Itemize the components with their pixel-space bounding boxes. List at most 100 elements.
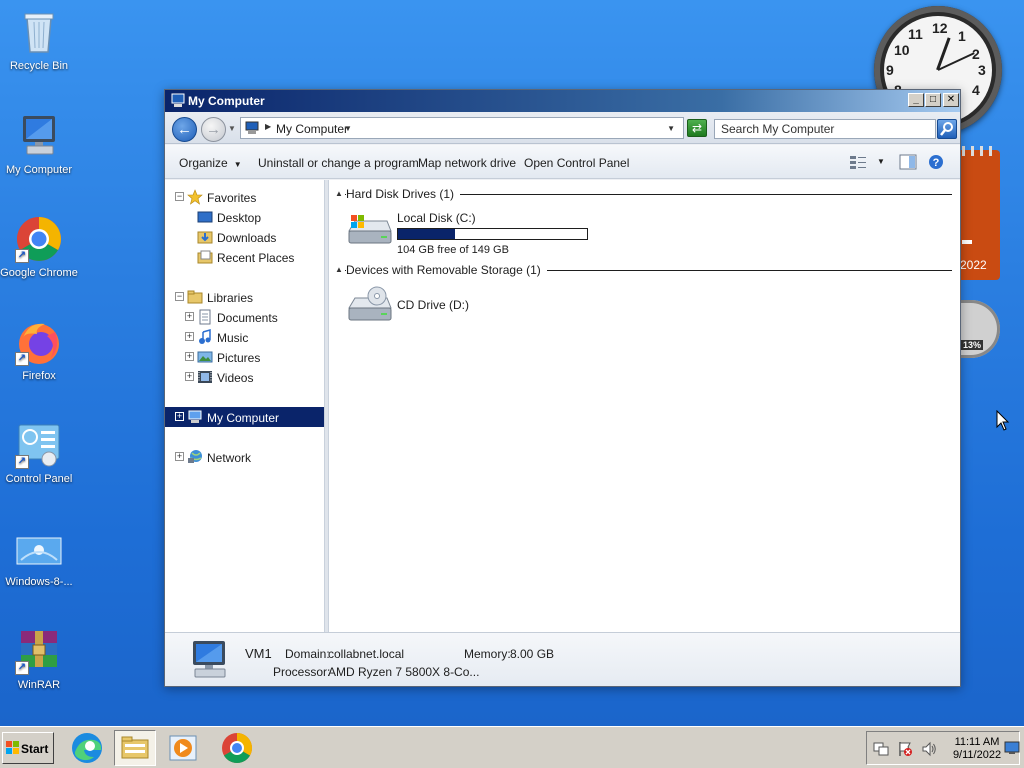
maximize-button[interactable]: □	[925, 93, 941, 107]
calendar-rings-icon	[962, 146, 998, 156]
nav-label: Pictures	[217, 351, 261, 365]
search-button[interactable]	[937, 119, 957, 139]
nav-item-network[interactable]: + Network	[165, 447, 324, 467]
nav-item-documents[interactable]: + Documents	[165, 307, 324, 327]
uninstall-program-button[interactable]: Uninstall or change a program	[258, 156, 419, 170]
taskbar-clock[interactable]: 11:11 AM 9/11/2022	[949, 736, 1005, 762]
address-dropdown-chevron-down-icon[interactable]: ▼	[667, 124, 675, 133]
collapse-group-chevron-icon[interactable]: ▲	[335, 189, 343, 198]
nav-label: Desktop	[217, 211, 262, 225]
calendar-mark	[962, 240, 972, 244]
forward-button[interactable]: →	[201, 117, 226, 142]
address-bar[interactable]: ▶ My Computer ▼ ▼	[240, 117, 684, 139]
nav-item-pictures[interactable]: + Pictures	[165, 347, 324, 367]
start-label: Start	[21, 742, 49, 756]
group-header-hard-disk-drives[interactable]: ▲ Hard Disk Drives (1)	[335, 186, 952, 202]
refresh-button[interactable]: ⇄	[687, 119, 707, 137]
back-button[interactable]: ←	[172, 117, 197, 142]
taskbar-media-player[interactable]	[162, 730, 204, 766]
minimize-button[interactable]: _	[908, 93, 924, 107]
clock-numeral-icon: 11	[908, 26, 923, 42]
nav-item-desktop[interactable]: Desktop	[165, 207, 324, 227]
chevron-down-icon: ▼	[233, 160, 242, 169]
desktop-icon-windows-8[interactable]: Windows-8-...	[0, 524, 78, 588]
expand-icon[interactable]: +	[185, 372, 194, 381]
expand-icon[interactable]: +	[175, 412, 184, 421]
collapse-icon[interactable]: −	[175, 292, 184, 301]
desktop-icon-firefox[interactable]: ↗ Firefox	[0, 318, 78, 382]
shortcut-arrow-icon: ↗	[15, 249, 29, 263]
nav-item-libraries[interactable]: − Libraries	[165, 287, 324, 307]
expand-icon[interactable]: +	[185, 352, 194, 361]
search-input[interactable]: Search My Computer	[714, 119, 936, 139]
nav-label: Libraries	[207, 291, 254, 305]
clock-numeral-icon: 1	[958, 28, 966, 44]
address-location[interactable]: My Computer	[276, 122, 348, 136]
map-network-drive-button[interactable]: Map network drive	[418, 156, 516, 170]
help-button[interactable]: ?	[927, 154, 945, 170]
recycle-bin-icon	[15, 8, 63, 56]
network-tray-icon[interactable]	[873, 741, 889, 757]
close-button[interactable]: ✕	[943, 93, 959, 107]
desktop-icon-label: Firefox	[22, 370, 56, 382]
collapse-group-chevron-icon[interactable]: ▲	[335, 265, 343, 274]
taskbar-chrome[interactable]	[216, 730, 258, 766]
nav-item-favorites[interactable]: − Favorites	[165, 187, 324, 207]
action-center-flag-icon[interactable]	[897, 741, 913, 757]
memory-label: Memory:	[464, 647, 511, 661]
shortcut-arrow-icon: ↗	[15, 455, 29, 469]
group-title: Devices with Removable Storage (1)	[346, 263, 547, 277]
taskbar-edge[interactable]	[66, 730, 108, 766]
desktop-icon-winrar[interactable]: ↗ WinRAR	[0, 627, 78, 691]
content-pane[interactable]: ▲ Hard Disk Drives (1) Local Disk (C:) 1…	[328, 180, 960, 632]
expand-icon[interactable]: +	[185, 312, 194, 321]
drive-item-cd-drive[interactable]: CD Drive (D:)	[345, 286, 505, 330]
music-note-icon	[197, 329, 213, 345]
document-icon	[197, 309, 213, 325]
view-icon	[850, 156, 866, 169]
view-options-chevron-down-icon[interactable]: ▼	[877, 157, 885, 166]
recent-pages-chevron-down-icon[interactable]: ▼	[228, 124, 236, 133]
cpu-meter-gadget[interactable]: 13%	[958, 300, 1000, 358]
network-icon	[187, 449, 203, 465]
preview-pane-button[interactable]	[899, 154, 917, 170]
cd-drive-icon	[345, 286, 393, 328]
desktop-icon-label: Google Chrome	[0, 267, 78, 279]
folder-icon	[121, 736, 149, 759]
breadcrumb-chevron-down-icon[interactable]: ▼	[344, 124, 352, 133]
chrome-icon	[222, 733, 253, 764]
nav-item-videos[interactable]: + Videos	[165, 367, 324, 387]
calendar-gadget[interactable]: 2022	[960, 146, 1000, 280]
desktop-icon-recycle-bin[interactable]: Recycle Bin	[0, 8, 78, 72]
computer-icon	[187, 409, 203, 425]
computer-icon	[185, 639, 233, 681]
expand-icon[interactable]: +	[185, 332, 194, 341]
start-button[interactable]: Start	[2, 732, 54, 764]
organize-button[interactable]: Organize ▼	[179, 156, 242, 170]
expand-icon[interactable]: +	[175, 452, 184, 461]
nav-label: Videos	[217, 371, 254, 385]
volume-icon[interactable]	[921, 741, 937, 757]
open-control-panel-button[interactable]: Open Control Panel	[524, 156, 629, 170]
collapse-icon[interactable]: −	[175, 192, 184, 201]
change-view-button[interactable]	[849, 154, 867, 170]
nav-item-recent-places[interactable]: Recent Places	[165, 247, 324, 267]
desktop-icon-label: My Computer	[5, 164, 73, 176]
navigation-pane[interactable]: − Favorites Desktop Downloads Recent Pla…	[165, 180, 328, 632]
nav-item-music[interactable]: + Music	[165, 327, 324, 347]
drive-item-local-disk[interactable]: Local Disk (C:) 104 GB free of 149 GB	[345, 209, 605, 257]
desktop-icon-google-chrome[interactable]: ↗ Google Chrome	[0, 215, 78, 279]
desktop-icon-control-panel[interactable]: ↗ Control Panel	[0, 421, 78, 485]
winrar-icon: ↗	[15, 627, 63, 675]
window-titlebar[interactable]: My Computer _ □ ✕	[165, 90, 960, 112]
group-header-removable-storage[interactable]: ▲ Devices with Removable Storage (1)	[335, 262, 952, 278]
desktop-icon-my-computer[interactable]: My Computer	[0, 112, 78, 176]
taskbar-file-explorer[interactable]	[114, 730, 156, 766]
nav-item-my-computer[interactable]: + My Computer	[165, 407, 324, 427]
recent-places-icon	[197, 249, 213, 265]
breadcrumb-chevron-icon[interactable]: ▶	[265, 122, 271, 131]
show-desktop-icon[interactable]	[1004, 741, 1020, 755]
help-icon: ?	[929, 155, 943, 169]
nav-item-downloads[interactable]: Downloads	[165, 227, 324, 247]
address-bar-row: ← → ▼ ▶ My Computer ▼ ▼ ⇄ Search My Comp…	[165, 112, 960, 144]
